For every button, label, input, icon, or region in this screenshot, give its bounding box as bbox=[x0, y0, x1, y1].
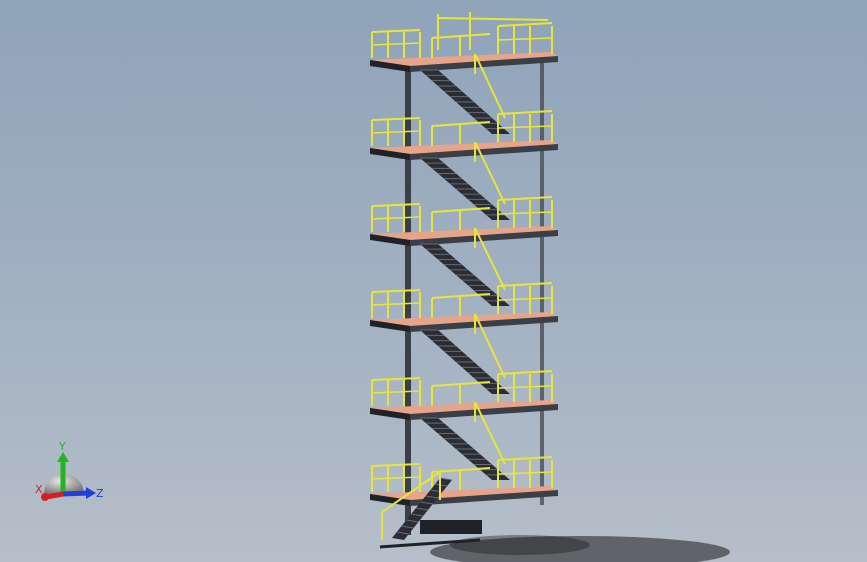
stair-tower-model[interactable] bbox=[0, 0, 867, 562]
railing-mid-rail bbox=[497, 37, 553, 41]
railing-mid-rail bbox=[371, 130, 421, 134]
column-back bbox=[540, 55, 544, 505]
z-axis-label: Z bbox=[96, 487, 104, 500]
base-frame bbox=[420, 520, 482, 534]
railing-mid-rail bbox=[371, 302, 421, 306]
railing-mid-rail bbox=[371, 216, 421, 220]
railing-top-rail bbox=[371, 117, 421, 121]
top-railing bbox=[437, 17, 549, 21]
railing-top-rail bbox=[371, 463, 421, 467]
z-axis-icon bbox=[62, 490, 89, 497]
z-arrow-icon bbox=[86, 487, 96, 499]
y-arrow-icon bbox=[57, 452, 69, 462]
view-triad[interactable]: Y Z X bbox=[28, 440, 108, 510]
railing-top-rail bbox=[371, 289, 421, 293]
railing-mid-rail bbox=[371, 42, 421, 46]
railing-top-rail bbox=[371, 377, 421, 381]
graphics-viewport[interactable]: Y Z X bbox=[0, 0, 867, 562]
railing-mid-rail bbox=[371, 476, 421, 480]
railing-mid-rail bbox=[371, 390, 421, 394]
x-axis-label: X bbox=[35, 483, 43, 496]
railing-top-rail bbox=[371, 203, 421, 207]
y-axis-label: Y bbox=[58, 440, 66, 453]
railing-top-rail bbox=[371, 29, 421, 33]
railing-top-rail bbox=[497, 22, 553, 27]
ground-shadow-inner bbox=[450, 535, 590, 555]
